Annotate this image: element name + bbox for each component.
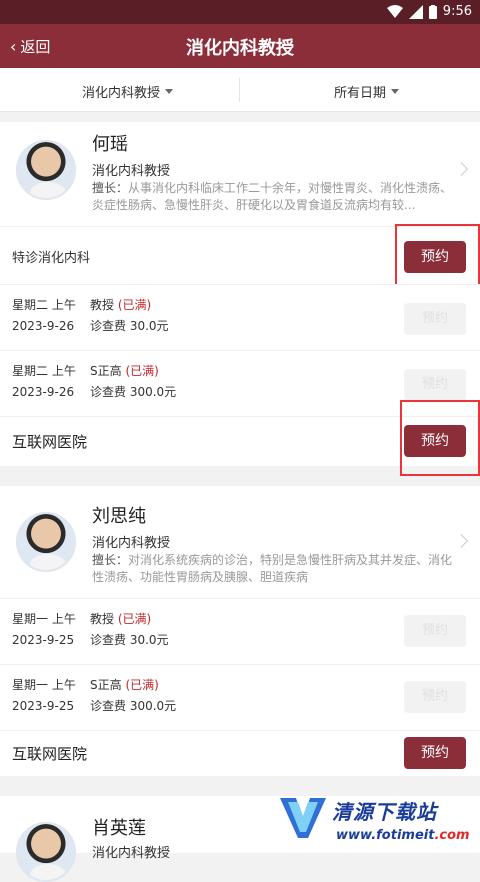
date-filter[interactable]: 所有日期 (334, 82, 400, 101)
full-status: (已满) (117, 298, 152, 312)
signal-icon (408, 4, 423, 19)
date-filter-label: 所有日期 (334, 86, 387, 101)
schedule-datetime: 星期一 上午 2023-9-25 (12, 675, 76, 717)
full-status: (已满) (125, 678, 159, 692)
hospital-row: 互联网医院 预约 (0, 730, 480, 776)
avatar (16, 140, 76, 200)
book-button-disabled[interactable]: 预约 (404, 369, 466, 401)
doctor-title: 消化内科教授 (92, 536, 171, 551)
schedule-row: 星期一 上午 2023-9-25 教授 (已满) 诊查费 30.0元 预约 (0, 598, 480, 664)
filter-bar: 消化内科教授 所有日期 (0, 68, 480, 112)
book-button-disabled[interactable]: 预约 (404, 303, 466, 335)
battery-icon (428, 4, 437, 19)
watermark-url-main: www.fotimeit (336, 828, 435, 843)
schedule-info: S正高 (已满) 诊查费 300.0元 (90, 361, 176, 403)
highlight-box (400, 400, 480, 476)
schedule-row: 星期一 上午 2023-9-25 S正高 (已满) 诊查费 300.0元 预约 (0, 664, 480, 730)
schedule-date: 2023-9-26 (12, 319, 75, 333)
schedule-info: 教授 (已满) 诊查费 30.0元 (90, 609, 169, 651)
schedule-date: 2023-9-26 (12, 385, 75, 399)
chevron-right-icon (453, 161, 469, 177)
schedule-datetime: 星期二 上午 2023-9-26 (12, 295, 76, 337)
watermark-name: 清源下载站 (332, 800, 437, 824)
watermark: 清源下载站 www.fotimeit.com (276, 790, 480, 853)
caret-down-icon (391, 89, 400, 94)
schedule-date: 2023-9-25 (12, 699, 75, 713)
schedule-level: S正高 (90, 364, 122, 378)
schedule-day: 星期二 上午 (12, 298, 76, 312)
status-time: 9:56 (442, 4, 472, 19)
special-dept-label: 特诊消化内科 (12, 251, 91, 266)
specialty-text: 从事消化内科临床工作二十余年，对慢性胃炎、消化性溃疡、炎症性肠病、急慢性肝炎、肝… (92, 181, 453, 212)
schedule-level: 教授 (90, 612, 115, 626)
book-button[interactable]: 预约 (404, 737, 466, 769)
schedule-info: S正高 (已满) 诊查费 300.0元 (90, 675, 176, 717)
schedule-fee: 诊查费 30.0元 (90, 633, 169, 647)
department-filter[interactable]: 消化内科教授 (82, 82, 174, 101)
avatar (16, 822, 76, 882)
avatar (16, 512, 76, 572)
wifi-icon (386, 4, 403, 18)
doctor-name: 刘思纯 (92, 506, 146, 527)
schedule-day: 星期二 上午 (12, 364, 76, 378)
doctor-title: 消化内科教授 (92, 846, 171, 861)
schedule-fee: 诊查费 300.0元 (90, 699, 177, 713)
hospital-label: 互联网医院 (12, 745, 88, 763)
status-bar: 9:56 (0, 0, 480, 24)
doctor-title: 消化内科教授 (92, 164, 171, 179)
hospital-label: 互联网医院 (12, 433, 88, 451)
doctor-card[interactable]: 刘思纯 消化内科教授 擅长：对消化系统疾病的诊治，特别是急慢性肝病及其并发症、消… (0, 486, 480, 598)
schedule-datetime: 星期一 上午 2023-9-25 (12, 609, 76, 651)
caret-down-icon (165, 89, 174, 94)
schedule-level: S正高 (90, 678, 122, 692)
book-button-disabled[interactable]: 预约 (404, 615, 466, 647)
specialty-text: 对消化系统疾病的诊治，特别是急慢性肝病及其并发症、消化性溃疡、功能性胃肠病及胰腺… (92, 553, 453, 584)
watermark-logo-icon (280, 798, 326, 838)
schedule-day: 星期一 上午 (12, 612, 76, 626)
doctor-specialty: 擅长：对消化系统疾病的诊治，特别是急慢性肝病及其并发症、消化性溃疡、功能性胃肠病… (92, 552, 458, 586)
schedule-fee: 诊查费 300.0元 (90, 385, 177, 399)
chevron-right-icon (453, 533, 469, 549)
department-filter-label: 消化内科教授 (82, 86, 161, 101)
watermark-url: www.fotimeit.com (336, 828, 470, 843)
doctor-specialty: 擅长：从事消化内科临床工作二十余年，对慢性胃炎、消化性溃疡、炎症性肠病、急慢性肝… (92, 180, 458, 214)
app-header: ‹ 返回 消化内科教授 (0, 24, 480, 68)
page-title: 消化内科教授 (186, 38, 294, 59)
watermark-url-tail: .com (434, 828, 470, 843)
specialty-label: 擅长： (92, 181, 129, 195)
schedule-level: 教授 (90, 298, 115, 312)
specialty-label: 擅长： (92, 553, 129, 567)
schedule-row: 星期二 上午 2023-9-26 教授 (已满) 诊查费 30.0元 预约 (0, 284, 480, 350)
full-status: (已满) (125, 364, 159, 378)
schedule-day: 星期一 上午 (12, 678, 76, 692)
book-button-disabled[interactable]: 预约 (404, 681, 466, 713)
doctor-name: 何瑶 (92, 134, 128, 155)
full-status: (已满) (117, 612, 152, 626)
doctor-name: 肖英莲 (92, 818, 146, 839)
schedule-fee: 诊查费 30.0元 (90, 319, 169, 333)
filter-divider (239, 78, 240, 102)
schedule-info: 教授 (已满) 诊查费 30.0元 (90, 295, 169, 337)
doctor-card[interactable]: 何瑶 消化内科教授 擅长：从事消化内科临床工作二十余年，对慢性胃炎、消化性溃疡、… (0, 122, 480, 226)
schedule-datetime: 星期二 上午 2023-9-26 (12, 361, 76, 403)
schedule-date: 2023-9-25 (12, 633, 75, 647)
